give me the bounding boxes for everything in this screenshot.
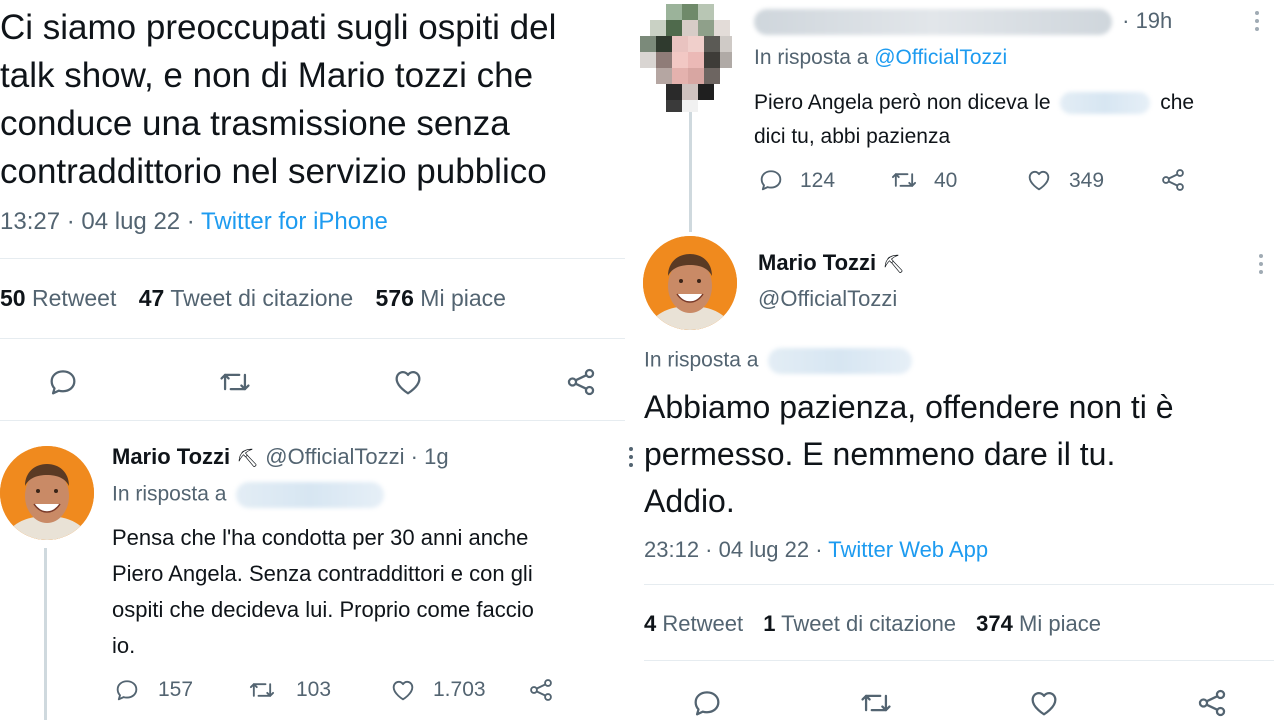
tweet-text-line: io. bbox=[112, 633, 136, 658]
tweet-timestamp: 23:12 · 04 lug 22 · Twitter Web App bbox=[644, 537, 988, 563]
reply-icon[interactable] bbox=[112, 676, 142, 704]
retweet-icon[interactable] bbox=[217, 365, 253, 399]
reply-to-label: In risposta a bbox=[754, 46, 875, 69]
reply-count: 157 bbox=[158, 678, 194, 701]
tweet-stats: 50 Retweet 47 Tweet di citazione 576 Mi … bbox=[0, 285, 506, 312]
tweet-time[interactable]: 23:12 · 04 lug 22 · bbox=[644, 537, 828, 562]
reply-to-handle[interactable]: @OfficialTozzi bbox=[874, 46, 1007, 69]
tweet-text-line: contraddittorio nel servizio pubblico bbox=[0, 152, 547, 191]
tweet-text-line: permesso. E nemmeno dare il tu. bbox=[644, 436, 1116, 472]
divider bbox=[0, 420, 625, 421]
blurred-handle[interactable] bbox=[768, 348, 913, 374]
thread-line bbox=[689, 112, 692, 232]
retweets-stat[interactable]: 4 Retweet bbox=[644, 611, 743, 636]
tweet-time[interactable]: 13:27 · 04 lug 22 · bbox=[0, 208, 201, 235]
blurred-handle[interactable] bbox=[236, 482, 385, 508]
reply-to-label: In risposta a bbox=[644, 348, 759, 372]
tweet-text-line: Ci siamo preoccupati sugli ospiti del bbox=[0, 8, 557, 47]
reply-to-line: In risposta a @OfficialTozzi bbox=[754, 46, 1007, 70]
author-block: Mario Tozzi ⛏ @OfficialTozzi bbox=[758, 250, 905, 312]
quotes-stat[interactable]: 47 Tweet di citazione bbox=[139, 285, 353, 311]
retweet-icon[interactable] bbox=[246, 676, 278, 704]
likes-stat[interactable]: 576 Mi piace bbox=[376, 285, 506, 311]
reply-icon[interactable] bbox=[756, 166, 786, 194]
retweet-count: 103 bbox=[296, 678, 332, 701]
reply-header: · 19h bbox=[754, 8, 1172, 36]
avatar[interactable] bbox=[0, 446, 94, 540]
author-handle[interactable]: @OfficialTozzi bbox=[265, 444, 404, 469]
more-icon[interactable] bbox=[1258, 253, 1264, 280]
reply-icon[interactable] bbox=[46, 365, 80, 399]
divider bbox=[644, 584, 1274, 585]
tweet-text-line: Abbiamo pazienza, offendere non ti è bbox=[644, 389, 1174, 425]
main-tweet-text: Abbiamo pazienza, offendere non ti è per… bbox=[644, 384, 1274, 525]
main-tweet-text: Ci siamo preoccupati sugli ospiti del ta… bbox=[0, 4, 630, 196]
tweet-text-line: Piero Angela però non diceva le che bbox=[754, 91, 1195, 115]
author-handle[interactable]: @OfficialTozzi bbox=[758, 286, 905, 312]
reply-header: Mario Tozzi ⛏ @OfficialTozzi · 1g bbox=[112, 444, 449, 470]
reply-count: 124 bbox=[800, 169, 836, 192]
like-count: 349 bbox=[1069, 169, 1105, 192]
more-icon[interactable] bbox=[628, 446, 634, 473]
tweet-source[interactable]: Twitter for iPhone bbox=[201, 208, 388, 235]
retweet-icon[interactable] bbox=[858, 686, 894, 720]
like-count: 1.703 bbox=[433, 678, 486, 701]
blurred-author[interactable] bbox=[754, 9, 1112, 36]
blurred-word bbox=[1060, 92, 1151, 115]
like-icon[interactable] bbox=[390, 365, 426, 399]
reply-to-line: In risposta a bbox=[112, 482, 385, 508]
share-icon[interactable] bbox=[563, 365, 599, 399]
tweet-text-line: ospiti che decideva lui. Proprio come fa… bbox=[112, 597, 534, 622]
thread-line bbox=[44, 548, 47, 720]
pickaxe-icon: ⛏ bbox=[236, 448, 260, 468]
reply-icon[interactable] bbox=[690, 686, 724, 720]
author-name[interactable]: Mario Tozzi bbox=[758, 250, 876, 275]
reply-text: Piero Angela però non diceva le che dici… bbox=[754, 86, 1194, 154]
tweet-text-line: dici tu, abbi pazienza bbox=[754, 125, 951, 148]
reply-to-line: In risposta a bbox=[644, 348, 913, 374]
like-icon[interactable] bbox=[1024, 166, 1054, 194]
share-icon[interactable] bbox=[1158, 166, 1188, 194]
tweet-text-line: talk show, e non di Mario tozzi che bbox=[0, 56, 534, 95]
reply-to-label: In risposta a bbox=[112, 482, 227, 506]
avatar[interactable] bbox=[643, 236, 737, 330]
share-icon[interactable] bbox=[1194, 686, 1230, 720]
tweet-timestamp: 13:27 · 04 lug 22 · Twitter for iPhone bbox=[0, 208, 388, 236]
tweet-stats: 4 Retweet 1 Tweet di citazione 374 Mi pi… bbox=[644, 611, 1101, 637]
retweet-count: 40 bbox=[934, 169, 958, 192]
divider bbox=[0, 338, 625, 339]
likes-stat[interactable]: 374 Mi piace bbox=[976, 611, 1101, 636]
divider bbox=[644, 660, 1274, 661]
tweet-text-line: Piero Angela. Senza contraddittori e con… bbox=[112, 561, 533, 586]
tweet-age[interactable]: · 19h bbox=[1122, 8, 1172, 33]
author-name[interactable]: Mario Tozzi bbox=[112, 444, 230, 469]
tweet-text-line: conduce una trasmissione senza bbox=[0, 104, 510, 143]
reply-text: Pensa che l'ha condotta per 30 anni anch… bbox=[112, 520, 632, 664]
retweets-stat[interactable]: 50 Retweet bbox=[0, 285, 116, 311]
pickaxe-icon: ⛏ bbox=[882, 254, 906, 274]
more-icon[interactable] bbox=[1254, 10, 1260, 37]
like-icon[interactable] bbox=[388, 676, 418, 704]
divider bbox=[0, 258, 625, 259]
tweet-text-line: Addio. bbox=[644, 483, 735, 519]
tweet-text-line: Pensa che l'ha condotta per 30 anni anch… bbox=[112, 525, 529, 550]
tweet-age[interactable]: · 1g bbox=[405, 444, 449, 469]
quotes-stat[interactable]: 1 Tweet di citazione bbox=[763, 611, 956, 636]
like-icon[interactable] bbox=[1026, 686, 1062, 720]
avatar[interactable] bbox=[640, 4, 732, 112]
share-icon[interactable] bbox=[526, 676, 556, 704]
retweet-icon[interactable] bbox=[888, 166, 920, 194]
tweet-source[interactable]: Twitter Web App bbox=[828, 537, 988, 562]
